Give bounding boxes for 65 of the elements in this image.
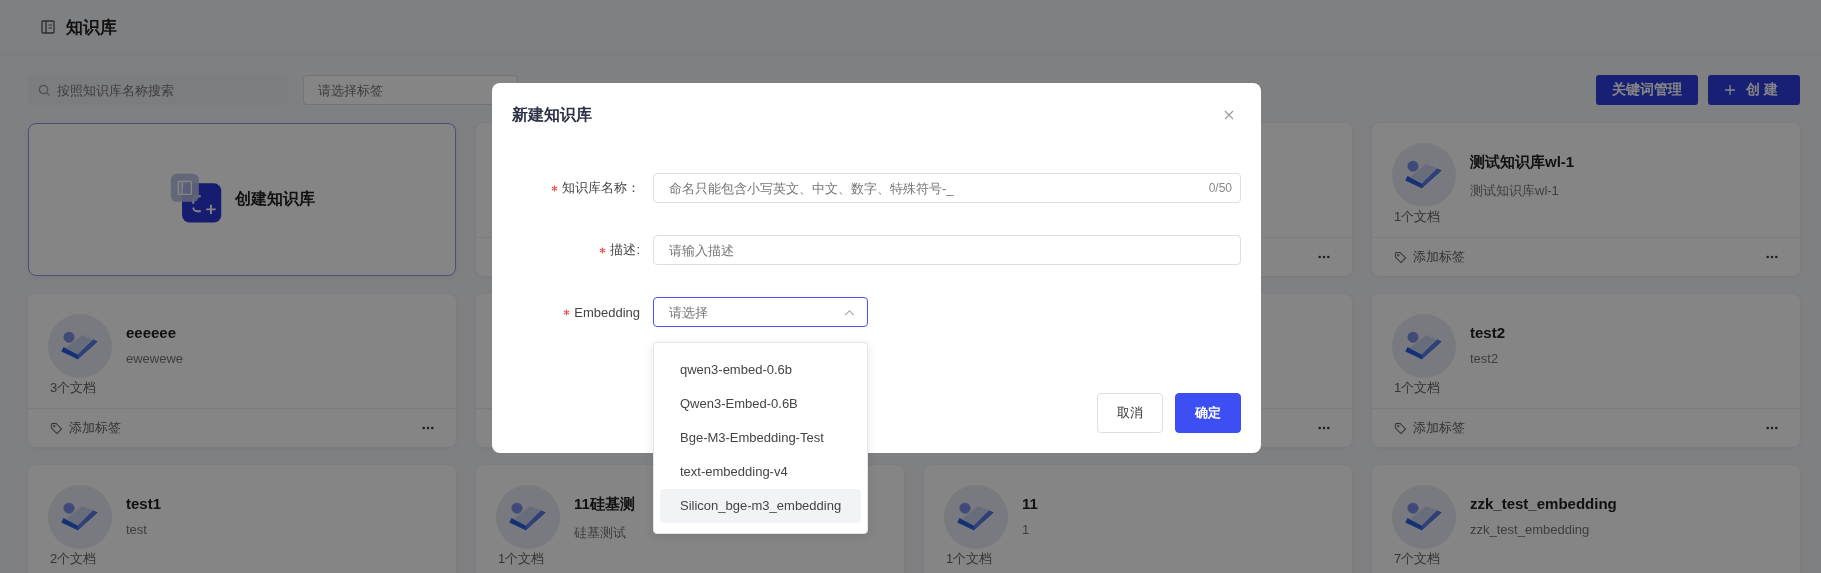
more-icon[interactable] [422,426,434,430]
embedding-select[interactable]: 请选择 [653,297,868,327]
select-input[interactable]: 请选择 [669,298,844,326]
library-title: 11 [1022,495,1038,512]
page-title: 知识库 [66,16,117,39]
library-title: 测试知识库wl-1 [1470,153,1575,172]
text-field[interactable]: 命名只能包含小写英文、中文、数字、特殊符号-_ 0/50 [653,173,1241,203]
dialog-title: 新建知识库 [512,104,592,125]
add-tag-link[interactable]: 添加标签 [50,419,121,437]
confirm-button[interactable]: 确定 [1175,393,1241,433]
library-description: test2 [1470,351,1500,366]
keyword-manage-button[interactable]: 关键词管理 [1596,75,1699,105]
tag-icon [50,421,63,435]
character-counter: 0/50 [1208,181,1232,195]
tag-icon [1394,250,1407,264]
dropdown-option[interactable]: Bge-M3-Embedding-Test [660,421,861,455]
library-description: ewewewe [126,351,184,366]
library-card[interactable]: test1 test 2个文档 [28,465,456,573]
document-count: 3个文档 [49,379,98,396]
create-button[interactable]: 创 建 [1708,75,1800,105]
tag-select[interactable]: 请选择标签 [318,76,503,104]
document-count: 1个文档 [1393,379,1442,396]
tag-select-box[interactable]: 请选择标签 [303,75,518,105]
dropdown-option[interactable]: Qwen3-Embed-0.6B [660,387,861,421]
create-library-label: 创建知识库 [235,189,315,209]
field-label: 描述: [610,241,640,259]
add-tag-link[interactable]: 添加标签 [1394,419,1465,437]
document-count: 1个文档 [1393,208,1442,225]
more-icon[interactable] [1766,255,1778,259]
tag-icon [1394,421,1407,435]
library-title: test2 [1470,324,1506,341]
library-title: eeeeee [126,324,178,341]
library-title: 11硅基测 [574,495,635,514]
input-field[interactable]: 命名只能包含小写英文、中文、数字、特殊符号-_ [669,174,1209,202]
library-description: test [126,522,148,537]
more-icon[interactable] [1318,426,1330,430]
library-card[interactable]: eeeeee ewewewe 3个文档 添加标签 [28,294,456,447]
library-title: zzk_test_embedding [1470,495,1617,512]
field-label: 知识库名称： [562,179,640,197]
library-card[interactable]: 11 1 1个文档 [924,465,1352,573]
plus-icon [1724,84,1737,96]
close-icon[interactable] [1224,110,1234,120]
document-count: 1个文档 [497,550,546,567]
library-card[interactable]: 测试知识库wl-1 测试知识库wl-1 1个文档 添加标签 [1372,123,1800,276]
document-count: 7个文档 [1393,550,1442,567]
library-description: zzk_test_embedding [1470,522,1591,537]
field-label: Embedding [574,304,640,320]
library-card[interactable]: zzk_test_embedding zzk_test_embedding 7个文档 [1372,465,1800,573]
library-title: test1 [126,495,162,512]
cancel-button[interactable]: 取消 [1097,393,1163,433]
create-library-card[interactable]: 创建知识库 [28,123,456,276]
library-card[interactable]: test2 test2 1个文档 添加标签 [1372,294,1800,447]
library-description: 1 [1022,522,1031,537]
caret-icon [844,308,855,316]
search-icon [38,83,51,97]
library-description: 测试知识库wl-1 [1470,182,1560,200]
library-description: 硅基测试 [574,524,627,542]
document-count: 2个文档 [49,550,98,567]
add-tag-link[interactable]: 添加标签 [1394,248,1465,266]
more-icon[interactable] [1766,426,1778,430]
more-icon[interactable] [1318,255,1330,259]
book-icon [40,19,56,35]
dropdown-option[interactable]: Silicon_bge-m3_embedding [660,489,861,523]
dropdown-option[interactable]: qwen3-embed-0.6b [660,353,861,387]
document-count: 1个文档 [945,550,994,567]
